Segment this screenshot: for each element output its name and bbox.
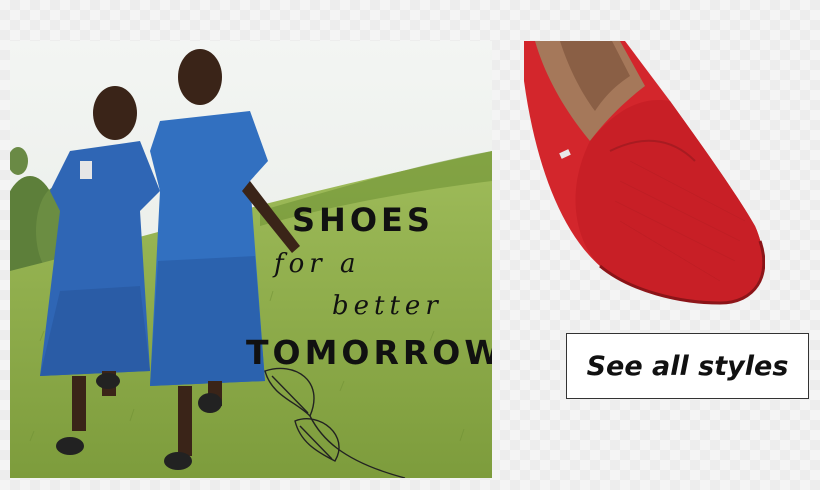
hero-image: SHOES for a better TOMORROW <box>10 41 492 478</box>
hero-photo-illustration <box>10 41 492 478</box>
see-all-styles-label: See all styles <box>586 350 789 382</box>
shoe-illustration <box>524 41 766 305</box>
red-shoe-image <box>520 41 766 306</box>
see-all-styles-button[interactable]: See all styles <box>566 333 809 399</box>
